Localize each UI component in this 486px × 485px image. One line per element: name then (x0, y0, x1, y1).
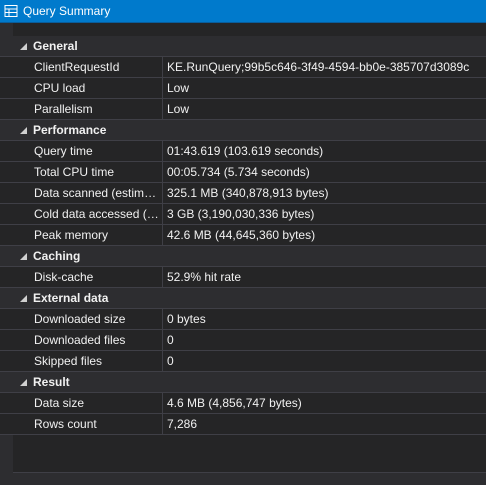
property-row[interactable]: Cold data accessed (e... 3 GB (3,190,030,… (0, 204, 486, 225)
column-divider[interactable] (162, 309, 163, 330)
column-divider[interactable] (162, 57, 163, 78)
property-name: Downloaded files (34, 333, 126, 347)
window-title: Query Summary (23, 4, 111, 18)
property-name: Downloaded size (34, 312, 126, 326)
category-label: General (33, 39, 78, 53)
category-label: External data (33, 291, 109, 305)
collapse-triangle-icon[interactable] (19, 126, 28, 135)
property-name: Total CPU time (34, 165, 115, 179)
table-grid-icon (4, 5, 18, 17)
property-name: Skipped files (34, 354, 103, 368)
property-value[interactable]: 52.9% hit rate (167, 270, 483, 285)
property-row[interactable]: CPU load Low (0, 78, 486, 99)
property-name: Peak memory (34, 228, 109, 242)
property-value[interactable]: 42.6 MB (44,645,360 bytes) (167, 228, 483, 243)
property-value[interactable]: 4.6 MB (4,856,747 bytes) (167, 396, 483, 411)
category-row[interactable]: External data (0, 288, 486, 309)
property-row[interactable]: Skipped files 0 (0, 351, 486, 372)
property-row[interactable]: Disk-cache 52.9% hit rate (0, 267, 486, 288)
title-bar[interactable]: Query Summary (0, 0, 486, 23)
property-name: Query time (34, 144, 93, 158)
category-label: Caching (33, 249, 81, 263)
property-row[interactable]: Parallelism Low (0, 99, 486, 120)
column-divider[interactable] (162, 99, 163, 120)
property-name: CPU load (34, 81, 86, 95)
property-value[interactable]: 0 bytes (167, 312, 483, 327)
property-name: Rows count (34, 417, 97, 431)
column-divider[interactable] (162, 330, 163, 351)
property-name: Data scanned (estimat... (34, 186, 160, 200)
category-label: Performance (33, 123, 107, 137)
property-row[interactable]: Downloaded size 0 bytes (0, 309, 486, 330)
category-row[interactable]: Result (0, 372, 486, 393)
property-row[interactable]: Data scanned (estimat... 325.1 MB (340,87… (0, 183, 486, 204)
property-row[interactable]: Rows count 7,286 (0, 414, 486, 435)
property-grid: General ClientRequestId KE.RunQuery;99b5c6… (0, 36, 486, 435)
property-name: Parallelism (34, 102, 93, 116)
column-divider[interactable] (162, 162, 163, 183)
collapse-triangle-icon[interactable] (19, 294, 28, 303)
column-divider[interactable] (162, 141, 163, 162)
column-divider[interactable] (162, 204, 163, 225)
property-value[interactable]: 3 GB (3,190,030,336 bytes) (167, 207, 483, 222)
property-value[interactable]: KE.RunQuery;99b5c646-3f49-4594-bb0e-3857… (167, 60, 483, 75)
category-row[interactable]: General (0, 36, 486, 57)
column-divider[interactable] (162, 267, 163, 288)
collapse-triangle-icon[interactable] (19, 378, 28, 387)
property-value[interactable]: 00:05.734 (5.734 seconds) (167, 165, 483, 180)
column-divider[interactable] (162, 78, 163, 99)
column-divider[interactable] (162, 183, 163, 204)
collapse-triangle-icon[interactable] (19, 42, 28, 51)
property-value[interactable]: 0 (167, 333, 483, 348)
property-value[interactable]: 0 (167, 354, 483, 369)
category-label: Result (33, 375, 70, 389)
property-row[interactable]: Total CPU time 00:05.734 (5.734 seconds) (0, 162, 486, 183)
property-row[interactable]: Peak memory 42.6 MB (44,645,360 bytes) (0, 225, 486, 246)
category-row[interactable]: Caching (0, 246, 486, 267)
property-row[interactable]: Data size 4.6 MB (4,856,747 bytes) (0, 393, 486, 414)
property-name: Disk-cache (34, 270, 94, 284)
column-divider[interactable] (162, 393, 163, 414)
property-value[interactable]: 7,286 (167, 417, 483, 432)
column-divider[interactable] (162, 351, 163, 372)
property-value[interactable]: Low (167, 81, 483, 96)
property-name: Data size (34, 396, 85, 410)
category-row[interactable]: Performance (0, 120, 486, 141)
property-row[interactable]: ClientRequestId KE.RunQuery;99b5c646-3f49… (0, 57, 486, 78)
property-value[interactable]: 325.1 MB (340,878,913 bytes) (167, 186, 483, 201)
property-name: ClientRequestId (34, 60, 120, 74)
description-pane (13, 472, 486, 485)
property-row[interactable]: Downloaded files 0 (0, 330, 486, 351)
property-value[interactable]: 01:43.619 (103.619 seconds) (167, 144, 483, 159)
column-divider[interactable] (162, 225, 163, 246)
property-value[interactable]: Low (167, 102, 483, 117)
property-row[interactable]: Query time 01:43.619 (103.619 seconds) (0, 141, 486, 162)
column-divider[interactable] (162, 414, 163, 435)
property-name: Cold data accessed (e... (34, 207, 160, 221)
collapse-triangle-icon[interactable] (19, 252, 28, 261)
query-summary-window: Query Summary General ClientRequestId KE.R… (0, 0, 486, 485)
